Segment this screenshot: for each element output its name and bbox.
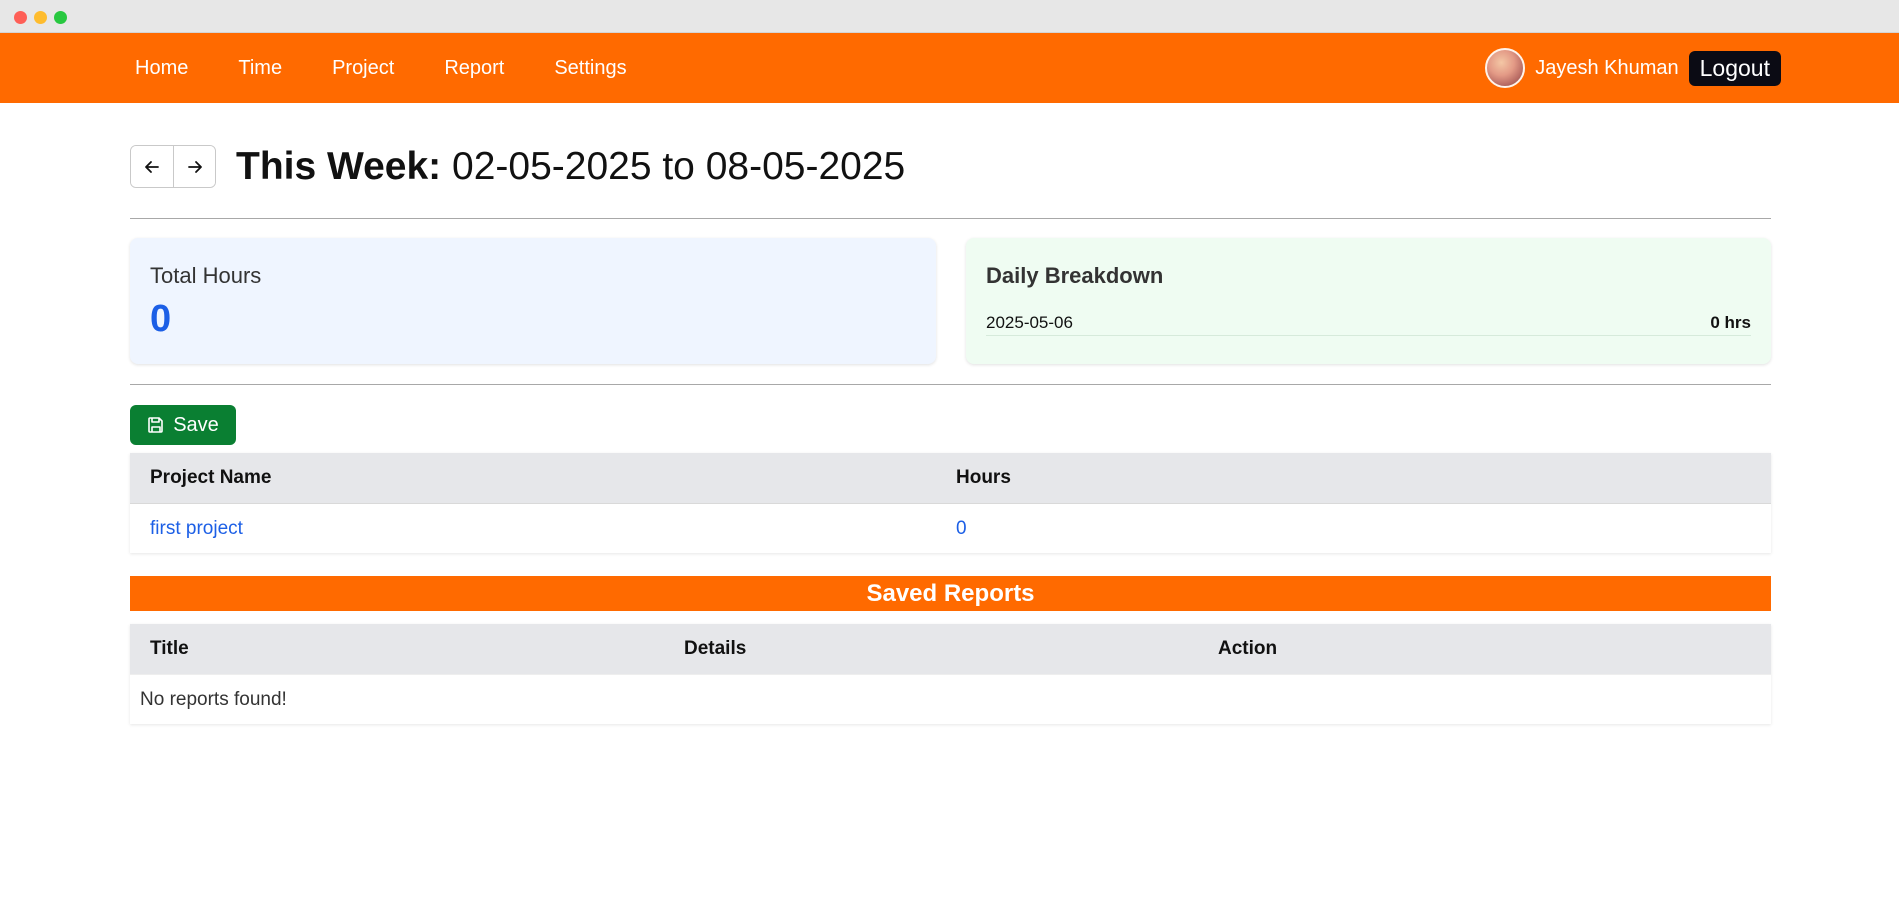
- logout-button[interactable]: Logout: [1688, 50, 1781, 86]
- save-button[interactable]: Save: [130, 405, 236, 445]
- daily-hours: 0 hrs: [1710, 312, 1751, 332]
- week-label: This Week:: [236, 144, 442, 188]
- column-header-title: Title: [150, 638, 189, 659]
- column-header-details: Details: [684, 638, 747, 659]
- saved-reports-title: Saved Reports: [130, 576, 1771, 611]
- arrow-right-icon: [187, 160, 202, 173]
- reports-table: Title Details Action No reports found!: [130, 624, 1771, 724]
- nav-links: Home Time Project Report Settings: [135, 33, 677, 103]
- nav-link-report[interactable]: Report: [444, 57, 504, 80]
- close-window-button[interactable]: [14, 11, 27, 24]
- column-header-project-name: Project Name: [150, 467, 272, 488]
- week-nav-group: [130, 145, 216, 188]
- projects-table: Project Name Hours first project 0: [130, 453, 1771, 553]
- week-header: This Week: 02-05-2025 to 08-05-2025: [130, 145, 905, 188]
- nav-link-home[interactable]: Home: [135, 57, 188, 80]
- user-menu: Jayesh Khuman Logout: [1485, 33, 1781, 103]
- empty-state-text: No reports found!: [130, 674, 1771, 724]
- projects-table-header: Project Name Hours: [130, 453, 1771, 503]
- column-header-hours: Hours: [956, 467, 1011, 488]
- nav-link-project[interactable]: Project: [332, 57, 394, 80]
- maximize-window-button[interactable]: [54, 11, 67, 24]
- divider: [130, 384, 1771, 385]
- user-name[interactable]: Jayesh Khuman: [1535, 57, 1678, 80]
- total-hours-label: Total Hours: [150, 263, 262, 288]
- floppy-disk-icon: [148, 417, 164, 433]
- total-hours-card: Total Hours 0: [130, 238, 936, 364]
- daily-breakdown-row: 2025-05-06 0 hrs: [986, 310, 1751, 336]
- daily-breakdown-card: Daily Breakdown 2025-05-06 0 hrs: [966, 238, 1771, 364]
- nav-link-settings[interactable]: Settings: [554, 57, 626, 80]
- prev-week-button[interactable]: [131, 146, 173, 187]
- save-label: Save: [173, 413, 219, 436]
- divider: [130, 218, 1771, 219]
- window-titlebar: [0, 0, 1899, 33]
- daily-date: 2025-05-06: [986, 312, 1073, 332]
- avatar[interactable]: [1485, 48, 1526, 88]
- minimize-window-button[interactable]: [34, 11, 47, 24]
- column-header-action: Action: [1218, 638, 1278, 659]
- total-hours-value: 0: [150, 298, 172, 340]
- reports-table-header: Title Details Action: [130, 624, 1771, 674]
- daily-breakdown-title: Daily Breakdown: [986, 263, 1164, 288]
- page-title: This Week: 02-05-2025 to 08-05-2025: [236, 145, 905, 189]
- week-range: 02-05-2025 to 08-05-2025: [452, 144, 906, 188]
- next-week-button[interactable]: [173, 146, 215, 187]
- top-navbar: Home Time Project Report Settings Jayesh…: [0, 33, 1899, 103]
- project-name-link[interactable]: first project: [130, 518, 936, 540]
- project-hours-link[interactable]: 0: [936, 518, 967, 540]
- arrow-left-icon: [145, 160, 159, 173]
- app-window: Home Time Project Report Settings Jayesh…: [0, 0, 1899, 898]
- nav-link-time[interactable]: Time: [238, 57, 282, 80]
- table-row: first project 0: [130, 503, 1771, 553]
